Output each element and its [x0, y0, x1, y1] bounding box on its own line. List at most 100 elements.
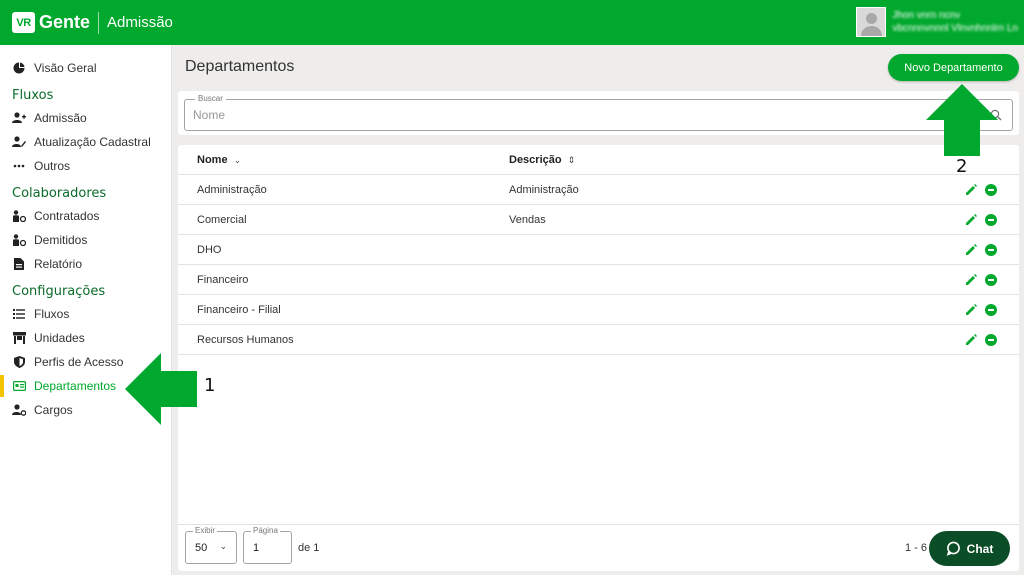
sidebar-item-units[interactable]: Unidades: [0, 327, 172, 349]
table-row[interactable]: Comercial Vendas: [178, 205, 1019, 235]
chevron-down-icon: ⌄: [219, 541, 227, 551]
user-info: Jhon vnrn ncnv vbcnnnvnnnl Vlnvnhnnlrn L…: [892, 9, 1018, 35]
remove-icon[interactable]: [985, 274, 997, 286]
pencil-icon[interactable]: [965, 244, 977, 256]
person-edit-icon: [12, 135, 26, 149]
sidebar-item-label: Atualização Cadastral: [34, 135, 151, 149]
sidebar-item-label: Perfis de Acesso: [34, 355, 124, 369]
cell-name: Comercial: [197, 214, 247, 226]
column-header-label: Nome: [197, 154, 228, 166]
more-horizontal-icon: [12, 159, 26, 173]
page-range: 1 - 6: [905, 542, 928, 554]
cell-description: Administração: [509, 184, 579, 196]
page-total: de 1: [298, 542, 320, 554]
sort-icon: ⇕: [567, 154, 576, 165]
table-row[interactable]: Financeiro: [178, 265, 1019, 295]
sidebar-item-label: Visão Geral: [34, 61, 97, 75]
pencil-icon[interactable]: [965, 214, 977, 226]
pencil-icon[interactable]: [965, 274, 977, 286]
remove-icon[interactable]: [985, 304, 997, 316]
chevron-down-icon: ⌄: [233, 154, 242, 165]
sidebar-item-label: Relatório: [34, 257, 83, 271]
cell-name: Financeiro: [197, 274, 249, 286]
annotation-number-2: 2: [956, 156, 968, 177]
search-input[interactable]: [193, 106, 973, 124]
avatar[interactable]: [856, 7, 887, 37]
id-card-icon: [12, 379, 26, 393]
hired-icon: [12, 209, 26, 223]
chat-label: Chat: [966, 541, 994, 556]
sidebar-item-others[interactable]: Outros: [0, 155, 172, 177]
remove-icon[interactable]: [985, 184, 997, 196]
section-title-employees: Colaboradores: [12, 186, 107, 201]
remove-icon[interactable]: [985, 334, 997, 346]
top-bar: VR Gente Admissão Jhon vnrn ncnv vbcnnnv…: [0, 0, 1024, 45]
cell-description: Vendas: [509, 214, 546, 226]
person-gear-icon: [12, 403, 26, 417]
user-company: vbcnnnvnnnl Vlnvnhnnlrn Ln: [892, 23, 1018, 34]
sidebar: Visão Geral Fluxos Admissão Atualização …: [0, 45, 172, 575]
search-legend: Buscar: [195, 94, 226, 103]
report-icon: [12, 257, 26, 271]
sidebar-item-label: Demitidos: [34, 233, 88, 247]
sidebar-item-dismissed[interactable]: Demitidos: [0, 229, 172, 251]
logo[interactable]: VR Gente: [12, 12, 90, 33]
logo-mark: VR: [12, 12, 35, 33]
sidebar-item-label: Fluxos: [34, 307, 70, 321]
page-legend: Página: [251, 526, 280, 535]
pie-chart-icon: [12, 61, 26, 75]
column-header-name[interactable]: Nome ⌄: [197, 154, 241, 166]
remove-icon[interactable]: [985, 244, 997, 256]
page-input[interactable]: Página 1: [243, 526, 292, 564]
footer-divider: [178, 524, 1019, 525]
header-divider: [98, 11, 100, 34]
sidebar-item-label: Outros: [34, 159, 71, 173]
sidebar-item-label: Contratados: [34, 209, 100, 223]
sidebar-item-registration-update[interactable]: Atualização Cadastral: [0, 131, 172, 153]
table-row[interactable]: DHO: [178, 235, 1019, 265]
cell-name: Administração: [197, 184, 267, 196]
sidebar-item-hired[interactable]: Contratados: [0, 205, 172, 227]
sidebar-item-flows-config[interactable]: Fluxos: [0, 303, 172, 325]
pencil-icon[interactable]: [965, 304, 977, 316]
logo-text: Gente: [39, 12, 91, 32]
column-header-description[interactable]: Descrição ⇕: [509, 154, 575, 166]
annotation-number-1: 1: [204, 375, 216, 396]
chat-button[interactable]: Chat: [929, 531, 1010, 566]
arrow-left-icon: [125, 353, 197, 425]
page-size-legend: Exibir: [193, 526, 218, 535]
page-value: 1: [253, 542, 260, 554]
pencil-icon[interactable]: [965, 334, 977, 346]
section-title-settings: Configurações: [12, 284, 106, 299]
app-name: Admissão: [107, 14, 173, 31]
sidebar-item-report[interactable]: Relatório: [0, 253, 172, 275]
table-row[interactable]: Financeiro - Filial: [178, 295, 1019, 325]
cell-name: Recursos Humanos: [197, 334, 294, 346]
column-header-label: Descrição: [509, 154, 562, 166]
sidebar-item-admission[interactable]: Admissão: [0, 107, 172, 129]
sidebar-item-label: Departamentos: [34, 379, 117, 393]
cell-name: Financeiro - Filial: [197, 304, 281, 316]
departments-table: Nome ⌄ Descrição ⇕ Administração Adminis…: [178, 145, 1019, 571]
pencil-icon[interactable]: [965, 184, 977, 196]
remove-icon[interactable]: [985, 214, 997, 226]
list-icon: [12, 307, 26, 321]
table-row[interactable]: Administração Administração: [178, 175, 1019, 205]
sidebar-item-label: Admissão: [34, 111, 87, 125]
new-department-button[interactable]: Novo Departamento: [888, 54, 1019, 81]
cell-name: DHO: [197, 244, 222, 256]
sidebar-item-label: Unidades: [34, 331, 85, 345]
shield-icon: [12, 355, 26, 369]
search-card: Buscar: [178, 91, 1019, 135]
page-size-value: 50: [195, 542, 208, 554]
sidebar-item-overview[interactable]: Visão Geral: [0, 57, 172, 79]
table-row[interactable]: Recursos Humanos: [178, 325, 1019, 355]
sidebar-item-label: Cargos: [34, 403, 73, 417]
user-menu[interactable]: Jhon vnrn ncnv vbcnnnvnnnl Vlnvnhnnlrn L…: [856, 7, 1018, 37]
chat-bubble-icon: [946, 541, 960, 556]
dismissed-icon: [12, 233, 26, 247]
section-title-flows: Fluxos: [12, 88, 54, 103]
arrow-up-icon: [926, 84, 998, 156]
search-field[interactable]: Buscar: [184, 94, 1013, 131]
page-size-select[interactable]: Exibir 50 ⌄: [185, 526, 237, 564]
